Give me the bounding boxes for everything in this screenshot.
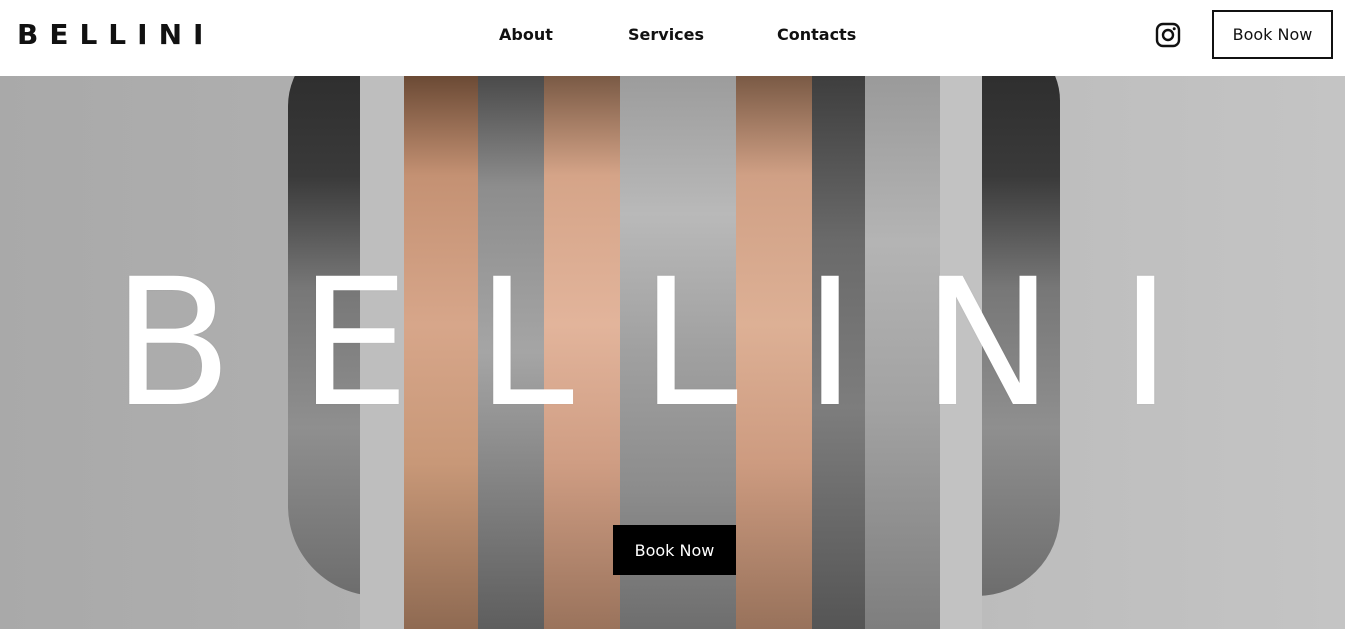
- hero-title: BELLINI: [112, 241, 1238, 446]
- book-now-hero-button[interactable]: Book Now: [613, 525, 736, 575]
- nav-link-services[interactable]: Services: [628, 24, 704, 46]
- hero-section: BELLINI Book Now: [0, 76, 1345, 629]
- book-now-header-button[interactable]: Book Now: [1212, 10, 1333, 59]
- nav-link-contacts[interactable]: Contacts: [777, 24, 856, 46]
- main-nav: About Services Contacts: [0, 24, 1345, 46]
- site-header: BELLINI About Services Contacts Book Now: [0, 0, 1345, 76]
- nav-link-about[interactable]: About: [499, 24, 553, 46]
- instagram-icon[interactable]: [1155, 22, 1181, 48]
